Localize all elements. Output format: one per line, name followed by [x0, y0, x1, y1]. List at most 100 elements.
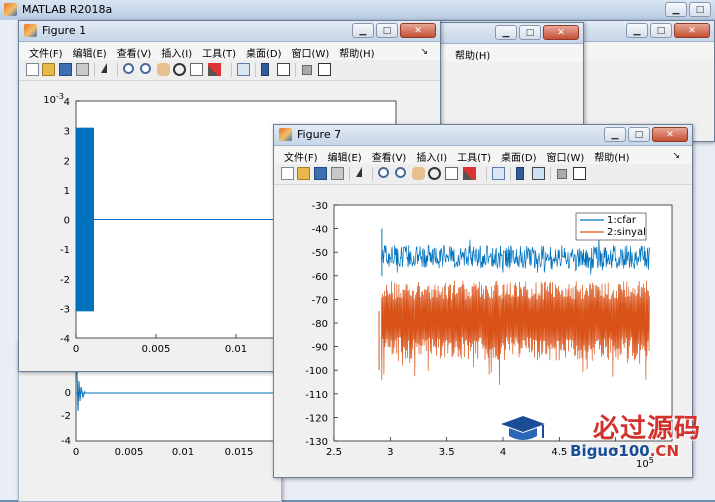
maximize-button[interactable]: □ — [650, 23, 672, 38]
close-button[interactable]: ✕ — [674, 23, 710, 38]
menu-item-insert[interactable]: 插入(I) — [412, 146, 453, 164]
figure-7-ytick-label: -110 — [305, 390, 328, 401]
figure-1-ytick-label: 1 — [64, 186, 70, 197]
pan-icon[interactable] — [412, 167, 425, 180]
bg-ytick-2: -4 — [61, 436, 71, 447]
menu-item-insert[interactable]: 插入(I) — [157, 42, 198, 60]
print-icon[interactable] — [331, 167, 344, 180]
new-figure-icon[interactable] — [26, 63, 39, 76]
menu-item-edit[interactable]: 编辑(E) — [324, 146, 368, 164]
figure-7-xtick-label: 2.5 — [326, 447, 342, 458]
figure-7-ytick-label: -130 — [305, 437, 328, 448]
figure-icon — [24, 24, 37, 37]
figure-7-ytick-label: -50 — [312, 248, 328, 259]
data-cursor-icon[interactable] — [445, 167, 458, 180]
brush-icon[interactable] — [463, 167, 476, 180]
figure-7-menubar: 文件(F) 编辑(E) 查看(V) 插入(I) 工具(T) 桌面(D) 窗口(W… — [274, 146, 692, 164]
zoom-out-icon[interactable] — [395, 167, 406, 178]
figure-1-xtick-label: 0.01 — [225, 344, 247, 355]
bg-xtick-3: 0.015 — [225, 447, 254, 458]
new-figure-icon[interactable] — [281, 167, 294, 180]
figure-7-ytick-label: -120 — [305, 413, 328, 424]
close-button[interactable]: ✕ — [543, 25, 579, 40]
zoom-in-icon[interactable] — [123, 63, 134, 74]
figure-7-ytick-label: -100 — [305, 366, 328, 377]
link-plot-icon[interactable] — [237, 63, 250, 76]
link-plot-icon[interactable] — [492, 167, 505, 180]
rotate-icon[interactable] — [428, 167, 441, 180]
figure-7-legend[interactable]: 1:cfar 2:sinyal — [575, 212, 647, 241]
legend-cfar-label: 1:cfar — [607, 215, 637, 226]
bg-ytick-0: 0 — [65, 388, 71, 399]
maximize-button[interactable]: □ — [519, 25, 541, 40]
menu-item-tools[interactable]: 工具(T) — [198, 42, 242, 60]
menu-item-view[interactable]: 查看(V) — [113, 42, 158, 60]
menu-item-view[interactable]: 查看(V) — [368, 146, 413, 164]
menu-item-help[interactable]: 帮助(H) — [590, 146, 635, 164]
figure-7-ytick-label: -80 — [312, 319, 328, 330]
watermark-logo: 必过源码 Biguo100.CN — [499, 408, 709, 468]
menu-item-file[interactable]: 文件(F) — [280, 146, 324, 164]
menu-overflow-icon[interactable]: ↘ — [668, 148, 686, 161]
pan-icon[interactable] — [157, 63, 170, 76]
bg-xtick-2: 0.01 — [172, 447, 194, 458]
minimize-button[interactable]: ▁ — [626, 23, 648, 38]
maximize-button[interactable]: □ — [689, 2, 711, 17]
hide-plot-tools-icon[interactable] — [302, 65, 312, 75]
rotate-icon[interactable] — [173, 63, 186, 76]
figure-1-ytick-label: 2 — [64, 156, 70, 167]
pointer-icon[interactable] — [356, 167, 362, 177]
menu-item-file[interactable]: 文件(F) — [25, 42, 69, 60]
figure-7-titlebar[interactable]: Figure 7 ▁ □ ✕ — [274, 125, 692, 146]
figure-1-ytick-label: 4 — [64, 97, 70, 108]
watermark-en-text: Biguo100.CN — [570, 442, 679, 460]
graduation-cap-icon — [501, 416, 545, 440]
bg-xtick-1: 0.005 — [115, 447, 144, 458]
figure-7-ytick-label: -40 — [312, 225, 328, 236]
menu-item-window[interactable]: 窗口(W) — [288, 42, 336, 60]
menu-item-desktop[interactable]: 桌面(D) — [497, 146, 543, 164]
colorbar-icon[interactable] — [261, 63, 269, 76]
menu-item-help[interactable]: 帮助(H) — [451, 44, 496, 62]
minimize-button[interactable]: ▁ — [604, 127, 626, 142]
bg-figure-window-2[interactable]: ▁ □ ✕ 帮助(H) — [420, 22, 584, 134]
figure-7-ytick-label: -70 — [312, 295, 328, 306]
show-plot-tools-icon[interactable] — [573, 167, 586, 180]
figure-7-toolbar — [274, 164, 692, 185]
brush-icon[interactable] — [208, 63, 221, 76]
pointer-icon[interactable] — [101, 63, 107, 73]
menu-item-edit[interactable]: 编辑(E) — [69, 42, 113, 60]
menu-item-desktop[interactable]: 桌面(D) — [242, 42, 288, 60]
figure-7-xtick-label: 3 — [387, 447, 393, 458]
minimize-button[interactable]: ▁ — [495, 25, 517, 40]
legend-sinyal-label: 2:sinyal — [607, 227, 646, 238]
legend-icon[interactable] — [277, 63, 290, 76]
hide-plot-tools-icon[interactable] — [557, 169, 567, 179]
matlab-title: MATLAB R2018a — [22, 3, 113, 16]
colorbar-icon[interactable] — [516, 167, 524, 180]
menu-overflow-icon[interactable]: ↘ — [416, 44, 434, 57]
menu-item-window[interactable]: 窗口(W) — [543, 146, 591, 164]
show-plot-tools-icon[interactable] — [318, 63, 331, 76]
close-button[interactable]: ✕ — [400, 23, 436, 38]
zoom-out-icon[interactable] — [140, 63, 151, 74]
data-cursor-icon[interactable] — [190, 63, 203, 76]
figure-1-series-burst — [76, 127, 94, 312]
figure-1-titlebar[interactable]: Figure 1 ▁ □ ✕ — [19, 21, 440, 42]
zoom-in-icon[interactable] — [378, 167, 389, 178]
minimize-button[interactable]: ▁ — [665, 2, 687, 17]
open-file-icon[interactable] — [42, 63, 55, 76]
close-button[interactable]: ✕ — [652, 127, 688, 142]
minimize-button[interactable]: ▁ — [352, 23, 374, 38]
menu-item-help[interactable]: 帮助(H) — [335, 42, 380, 60]
maximize-button[interactable]: □ — [628, 127, 650, 142]
legend-icon[interactable] — [532, 167, 545, 180]
open-file-icon[interactable] — [297, 167, 310, 180]
print-icon[interactable] — [76, 63, 89, 76]
maximize-button[interactable]: □ — [376, 23, 398, 38]
save-icon[interactable] — [314, 167, 327, 180]
menu-item-tools[interactable]: 工具(T) — [453, 146, 497, 164]
save-icon[interactable] — [59, 63, 72, 76]
figure-1-title: Figure 1 — [42, 24, 87, 37]
figure-1-ytick-label: -2 — [60, 275, 70, 286]
